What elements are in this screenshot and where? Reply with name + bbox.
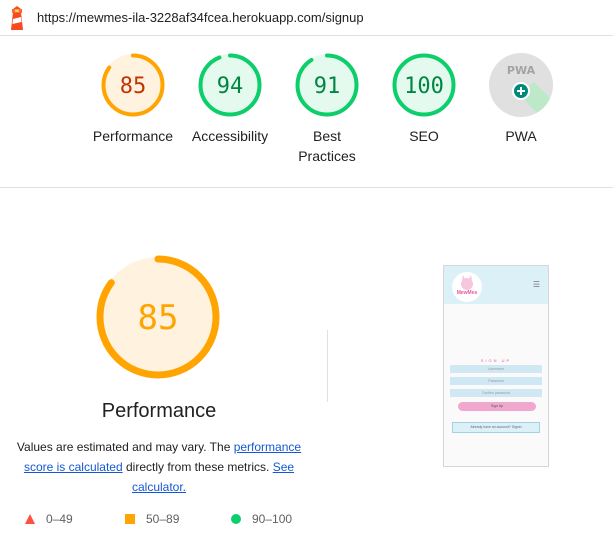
- cat-logo-icon: [461, 275, 473, 290]
- pwa-badge-text: PWA: [507, 64, 536, 77]
- screenshot-signup-button: Sign Up: [458, 402, 536, 411]
- screenshot-password-field: Password: [450, 377, 542, 385]
- performance-gauge-ring: 85: [101, 53, 165, 117]
- gauge-score: 91: [314, 74, 341, 99]
- category-gauges: 85 Performance 94 Accessibility 91 Best …: [0, 36, 613, 188]
- note-text: directly from these metrics.: [122, 460, 273, 474]
- gauge-best-practices[interactable]: 91 Best Practices: [277, 52, 377, 166]
- gauge-label: PWA: [505, 128, 537, 144]
- legend-pass: 90–100: [230, 512, 292, 526]
- report-top-bar: https://mewmes-ila-3228af34fcea.herokuap…: [0, 0, 613, 36]
- hamburger-menu-icon: ☰: [532, 280, 540, 289]
- screenshot-heading: SIGN UP: [480, 358, 512, 363]
- performance-title: Performance: [101, 400, 217, 422]
- red-triangle-icon: [25, 514, 35, 524]
- gauge-accessibility[interactable]: 94 Accessibility: [180, 52, 280, 146]
- screenshot-brand: MewMes: [456, 290, 478, 296]
- gauge-label: Performance: [92, 128, 174, 144]
- gauge-seo[interactable]: 100 SEO: [374, 52, 474, 146]
- legend-range: 0–49: [46, 512, 73, 526]
- gauge-label: Best Practices: [298, 128, 356, 164]
- final-screenshot-thumbnail[interactable]: MewMes ☰ SIGN UP Username Password Confi…: [443, 265, 549, 467]
- gauge-score: 85: [120, 74, 147, 99]
- gauge-score: 94: [217, 74, 244, 99]
- best-practices-gauge-ring: 91: [295, 53, 359, 117]
- gauge-performance[interactable]: 85 Performance: [83, 52, 183, 146]
- score-legend: 0–49 50–89 90–100: [0, 512, 320, 532]
- pwa-badge-icon: PWA: [489, 53, 553, 117]
- screenshot-username-field: Username: [450, 365, 542, 373]
- lighthouse-logo-icon: [11, 6, 23, 30]
- legend-average: 50–89: [124, 512, 179, 526]
- vertical-divider: [327, 330, 328, 402]
- screenshot-logo: MewMes: [452, 272, 482, 302]
- legend-fail: 0–49: [24, 512, 73, 526]
- accessibility-gauge-ring: 94: [198, 53, 262, 117]
- gauge-pwa[interactable]: PWA PWA: [471, 52, 571, 146]
- score-note: Values are estimated and may vary. The p…: [10, 437, 308, 497]
- main-score: 85: [138, 298, 179, 338]
- gauge-label: SEO: [409, 128, 439, 144]
- seo-gauge-ring: 100: [392, 53, 456, 117]
- orange-square-icon: [125, 514, 135, 524]
- note-text: Values are estimated and may vary. The: [16, 440, 234, 454]
- gauge-score: 100: [404, 74, 444, 99]
- screenshot-header: MewMes ☰: [444, 266, 548, 304]
- legend-range: 50–89: [146, 512, 180, 526]
- legend-range: 90–100: [252, 512, 293, 526]
- performance-main-gauge: 85: [96, 255, 220, 379]
- green-circle-icon: [231, 514, 241, 524]
- screenshot-signin-link: Already have an account? Signin: [452, 422, 540, 433]
- screenshot-confirm-field: Confirm password: [450, 389, 542, 397]
- page-url[interactable]: https://mewmes-ila-3228af34fcea.herokuap…: [37, 10, 364, 25]
- gauge-label: Accessibility: [191, 128, 269, 144]
